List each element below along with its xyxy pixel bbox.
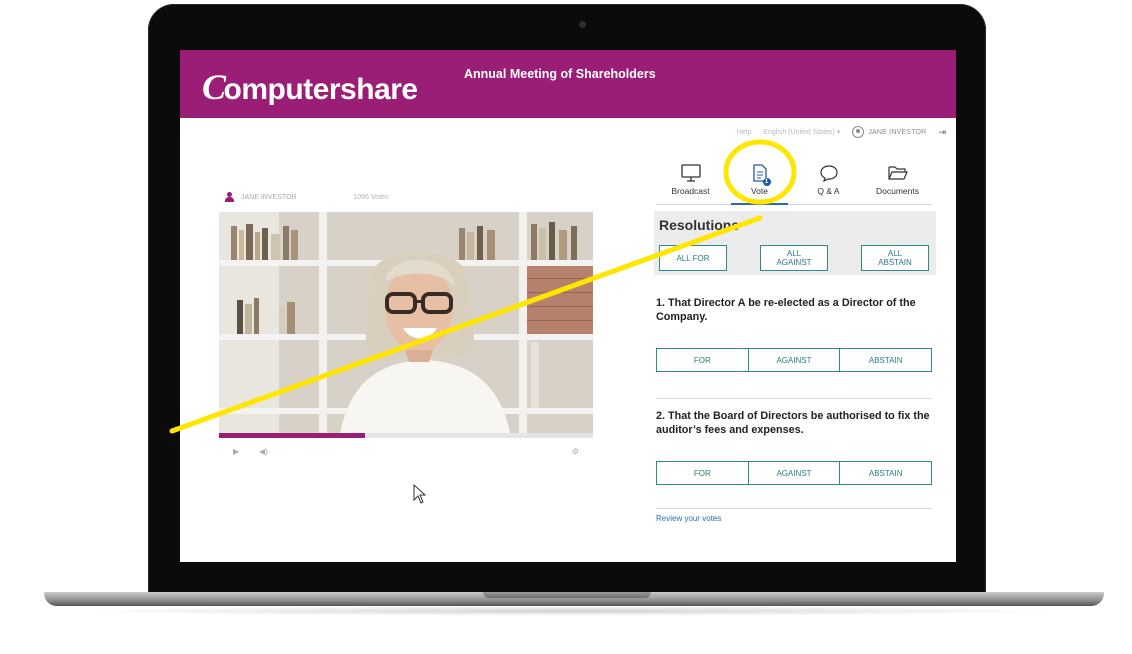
vote-badge: 1 xyxy=(762,178,771,186)
tab-qa[interactable]: Q & A xyxy=(794,158,863,204)
tab-vote[interactable]: 1 Vote xyxy=(725,158,794,205)
user-menu[interactable]: JANE INVESTOR xyxy=(852,126,926,138)
resolution-1-against-button[interactable]: AGAINST xyxy=(748,349,841,371)
brand-logo: Computershare xyxy=(202,67,419,107)
broadcast-video[interactable] xyxy=(219,212,593,438)
video-progress[interactable] xyxy=(219,433,593,438)
video-progress-fill xyxy=(219,433,365,438)
all-against-button[interactable]: ALL AGAINST xyxy=(760,245,828,271)
tab-label: Documents xyxy=(876,186,919,196)
resolution-1-vote-buttons: FOR AGAINST ABSTAIN xyxy=(656,348,932,372)
monitor-icon xyxy=(680,164,701,182)
language-select[interactable]: English (United States) ▾ xyxy=(763,128,840,136)
resolution-1-abstain-button[interactable]: ABSTAIN xyxy=(840,349,932,371)
logout-icon[interactable]: ⇥ xyxy=(938,127,946,138)
resolution-2-abstain-button[interactable]: ABSTAIN xyxy=(840,462,932,484)
laptop-screen: Computershare Annual Meeting of Sharehol… xyxy=(180,50,956,562)
volume-icon[interactable]: ◀) xyxy=(259,447,268,456)
settings-icon[interactable]: ⚙ xyxy=(572,447,579,456)
resolution-2-vote-buttons: FOR AGAINST ABSTAIN xyxy=(656,461,932,485)
speech-bubble-icon xyxy=(819,165,838,182)
help-link[interactable]: Help xyxy=(737,129,751,136)
resolutions-header: Resolutions ALL FOR ALL AGAINST ALL ABST… xyxy=(654,211,936,275)
divider xyxy=(656,508,932,509)
play-icon[interactable]: ▶ xyxy=(233,447,239,456)
laptop-notch xyxy=(483,592,651,598)
presenter-name: JANE INVESTOR xyxy=(241,193,297,201)
tab-broadcast[interactable]: Broadcast xyxy=(656,158,725,204)
brand-name: omputershare xyxy=(223,73,419,106)
tab-label: Q & A xyxy=(817,186,840,196)
button-label-line2: ABSTAIN xyxy=(878,258,912,267)
tab-documents[interactable]: Documents xyxy=(863,158,932,204)
resolution-2-text: 2. That the Board of Directors be author… xyxy=(656,410,930,436)
divider xyxy=(656,398,932,399)
person-icon xyxy=(225,192,234,202)
user-circle-icon xyxy=(852,126,865,138)
button-label-line1: ALL xyxy=(786,249,802,258)
tab-label: Broadcast xyxy=(671,186,710,196)
all-for-button[interactable]: ALL FOR xyxy=(659,245,727,271)
top-bar: Help English (United States) ▾ JANE INVE… xyxy=(737,126,946,138)
resolution-1-for-button[interactable]: FOR xyxy=(657,349,749,371)
video-frame xyxy=(219,212,593,438)
panel-tabs: Broadcast 1 Vote Q & A Documents xyxy=(656,158,932,205)
vote-count: 1096 Votes xyxy=(353,193,389,201)
laptop-shadow xyxy=(70,606,1070,616)
review-votes-link[interactable]: Review your votes xyxy=(656,514,721,523)
resolution-1-text: 1. That Director A be re-elected as a Di… xyxy=(656,297,916,323)
app-header: Computershare Annual Meeting of Sharehol… xyxy=(180,50,956,118)
meeting-title: Annual Meeting of Shareholders xyxy=(464,67,656,81)
button-label-line1: ALL xyxy=(887,249,903,258)
user-name: JANE INVESTOR xyxy=(868,128,927,136)
folder-icon xyxy=(887,166,908,180)
tab-label: Vote xyxy=(750,186,769,196)
button-label: ALL FOR xyxy=(676,253,710,263)
presenter-info: JANE INVESTOR 1096 Votes xyxy=(225,192,389,202)
all-abstain-button[interactable]: ALL ABSTAIN xyxy=(861,245,929,271)
mouse-cursor-icon xyxy=(413,483,427,509)
resolution-2-against-button[interactable]: AGAINST xyxy=(748,462,841,484)
button-label-line2: AGAINST xyxy=(776,258,812,267)
video-controls: ▶ ◀) ⚙ xyxy=(219,447,593,459)
webcam xyxy=(579,21,586,28)
resolutions-heading: Resolutions xyxy=(659,217,740,233)
resolution-2-for-button[interactable]: FOR xyxy=(657,462,749,484)
